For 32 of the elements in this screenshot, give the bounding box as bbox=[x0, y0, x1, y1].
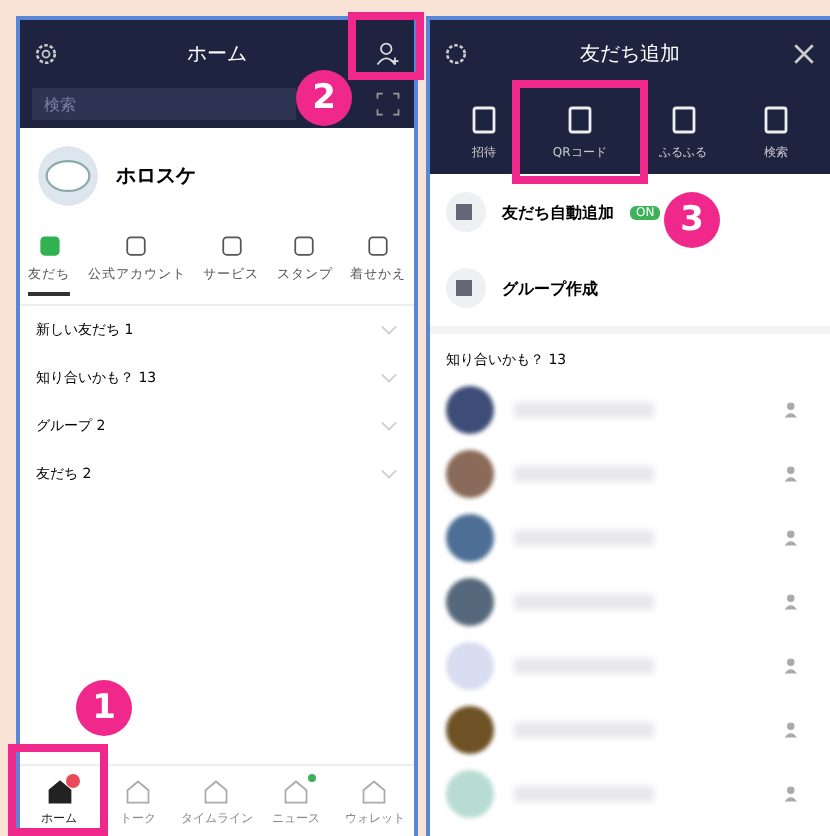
service-icon[interactable] bbox=[290, 232, 319, 260]
service-icon[interactable] bbox=[364, 232, 392, 260]
settings-icon[interactable] bbox=[442, 40, 470, 68]
notification-dot bbox=[307, 774, 316, 782]
profile-name: ホロスケ bbox=[116, 164, 196, 190]
house-icon[interactable] bbox=[45, 778, 74, 806]
add-friend-icon[interactable] bbox=[374, 40, 402, 68]
settings-icon[interactable] bbox=[32, 40, 60, 68]
chevron-icon[interactable] bbox=[380, 468, 398, 480]
search-field[interactable]: 検索 bbox=[32, 88, 296, 120]
scan-icon[interactable] bbox=[374, 90, 402, 118]
highlight-frame bbox=[348, 12, 424, 80]
avatar-icon bbox=[36, 144, 100, 208]
highlight-frame bbox=[512, 80, 648, 184]
chevron-icon[interactable] bbox=[380, 372, 398, 384]
chevron-icon[interactable] bbox=[380, 324, 398, 336]
tab-icon[interactable] bbox=[667, 104, 700, 136]
screen-title: 友だち追加 bbox=[580, 41, 680, 68]
chevron-icon[interactable] bbox=[380, 420, 398, 432]
screen-title: ホーム bbox=[187, 42, 247, 68]
service-icon[interactable] bbox=[122, 232, 151, 260]
notification-dot bbox=[65, 774, 80, 788]
close-icon[interactable] bbox=[790, 40, 818, 68]
service-icon[interactable] bbox=[217, 232, 245, 260]
option-title[interactable]: グループ作成 bbox=[502, 277, 598, 299]
tab-icon[interactable] bbox=[759, 104, 792, 136]
tab-icon[interactable] bbox=[563, 104, 596, 136]
highlight-frame bbox=[8, 744, 108, 836]
option-title[interactable]: 友だち自動追加 bbox=[502, 201, 614, 223]
option-icon bbox=[446, 192, 486, 232]
option-icon bbox=[446, 268, 486, 308]
tab-icon[interactable] bbox=[468, 104, 501, 136]
